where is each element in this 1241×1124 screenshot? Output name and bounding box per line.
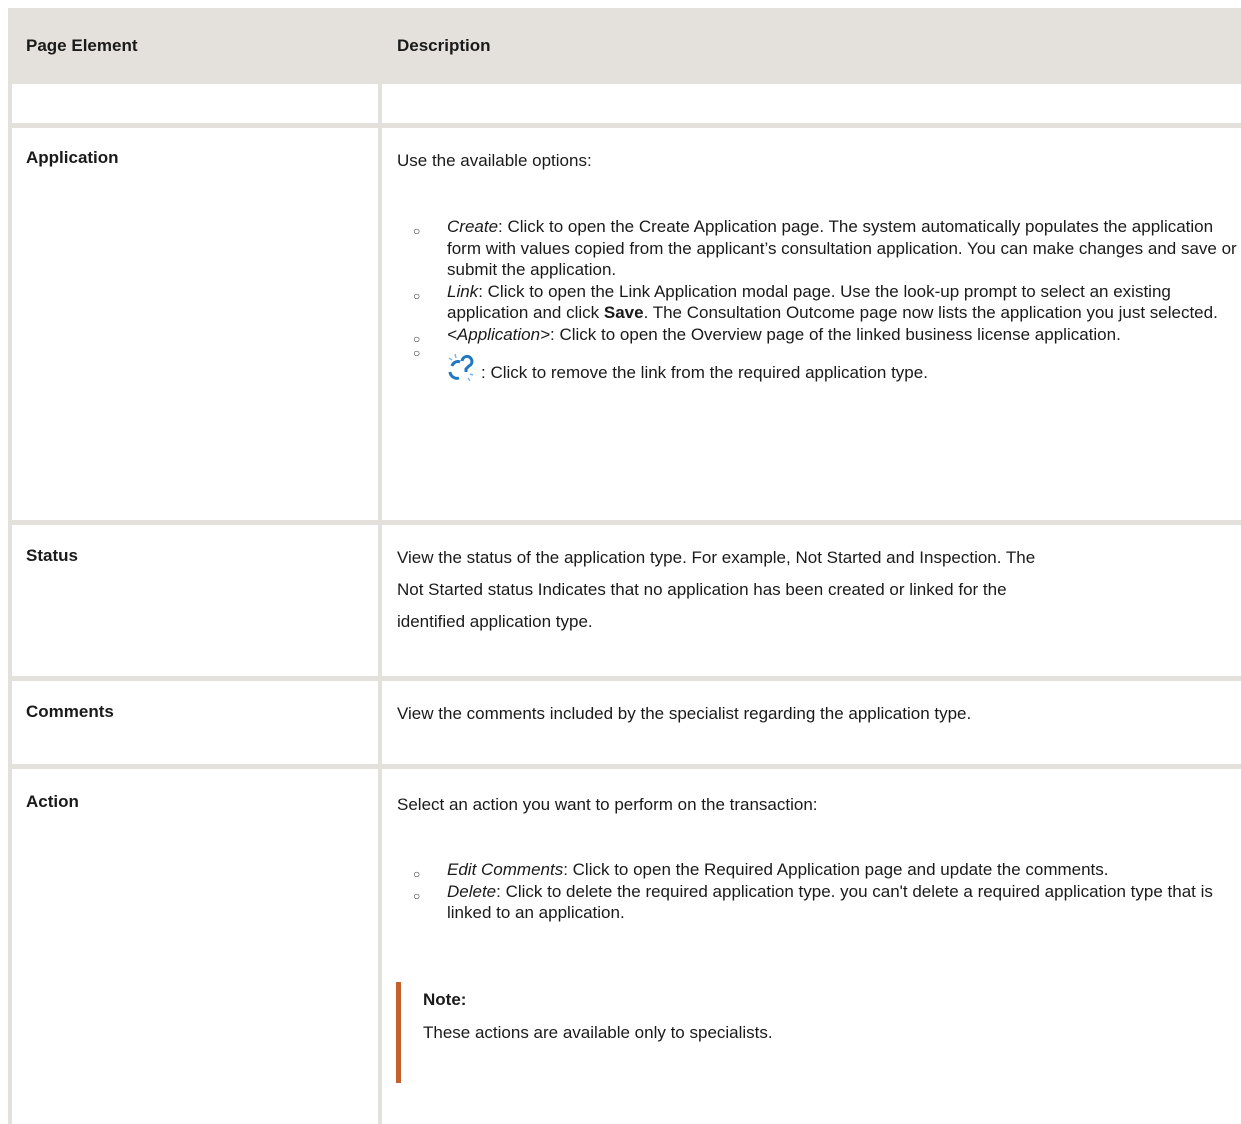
row-label-action: Action: [26, 792, 79, 811]
page-element-table: Page Element Description Application Use…: [0, 0, 1241, 1124]
action-options-list: ○ Edit Comments: Click to open the Requir…: [396, 859, 1237, 924]
note-callout: Note: These actions are available only t…: [396, 982, 1201, 1083]
row-label-comments: Comments: [26, 702, 114, 721]
column-header-page-element: Page Element: [26, 36, 138, 55]
list-item: ○ Delete: Click to delete the required ap…: [413, 881, 1213, 923]
application-options-list: ○ Create: Click to open the Create Applic…: [396, 216, 1237, 387]
bullet-icon: ○: [413, 346, 421, 360]
column-divider: [378, 8, 382, 1124]
row-divider: [8, 764, 1241, 769]
application-intro: Use the available options:: [397, 151, 592, 170]
list-item: ○ Create: Click to open the Create Applic…: [413, 217, 1237, 279]
unlink-icon[interactable]: [447, 353, 477, 387]
row-label-status: Status: [26, 546, 78, 565]
bullet-icon: ○: [413, 224, 421, 238]
list-item: ○ Link: Click to open the Link Applicatio…: [413, 281, 1218, 323]
comments-description: View the comments included by the specia…: [397, 704, 972, 723]
bullet-icon: ○: [413, 288, 421, 303]
list-item: ○ <Application>: Click to open the Overvi…: [396, 324, 1237, 346]
row-label-application: Application: [26, 148, 119, 167]
action-intro: Select an action you want to perform on …: [397, 795, 818, 814]
bullet-icon: ○: [413, 888, 421, 903]
row-divider: [8, 123, 1241, 128]
list-item: ○ : Click to remove the link from the re…: [396, 345, 1237, 387]
row-divider: [8, 676, 1241, 681]
table-left-rule: [8, 84, 12, 1124]
note-body: These actions are available only to spec…: [423, 1023, 773, 1042]
table-header: [8, 8, 1241, 84]
note-title: Note:: [423, 990, 467, 1009]
row-divider: [8, 520, 1241, 525]
list-item: ○ Edit Comments: Click to open the Requir…: [396, 859, 1237, 881]
column-header-description: Description: [397, 36, 491, 55]
status-description: View the status of the application type.…: [397, 548, 1036, 631]
